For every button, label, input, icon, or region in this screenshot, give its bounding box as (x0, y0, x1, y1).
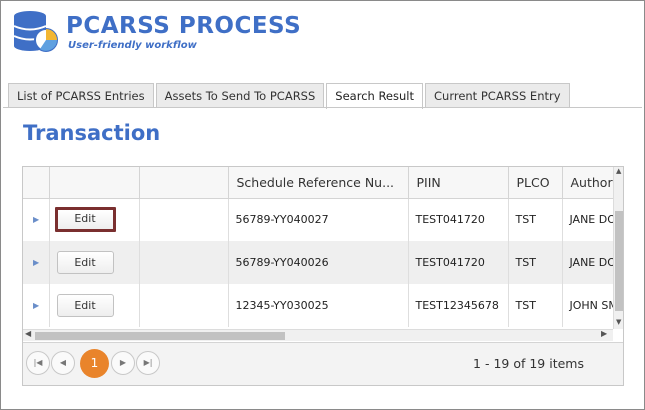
first-page-icon[interactable]: |◀ (26, 351, 50, 375)
horizontal-scroll-thumb[interactable] (35, 332, 285, 340)
app-window: PCARSS PROCESS User-friendly workflow Li… (0, 0, 645, 410)
blank-cell (139, 241, 229, 284)
schedule-ref-cell: 56789-YY040027 (228, 198, 409, 241)
author-cell: JANE DOE (562, 241, 613, 284)
table-row: ▶ Edit 56789-YY040027 TEST041720 TST JAN… (23, 198, 613, 241)
transaction-grid: Schedule Reference Nu... PIIN PLCO Autho… (22, 166, 624, 386)
edit-cell: Edit (49, 241, 140, 284)
scroll-down-icon[interactable]: ▼ (616, 318, 621, 326)
grid-viewport: Schedule Reference Nu... PIIN PLCO Autho… (23, 167, 613, 329)
column-header-expander (23, 167, 50, 199)
scroll-right-icon[interactable]: ▶ (601, 329, 607, 338)
last-page-icon[interactable]: ▶| (136, 351, 160, 375)
vertical-scroll-thumb[interactable] (615, 211, 623, 311)
piin-cell: TEST12345678 (408, 284, 509, 327)
plco-cell: TST (508, 241, 563, 284)
edit-button[interactable]: Edit (56, 294, 114, 317)
database-chart-icon (13, 11, 58, 52)
column-header-piin[interactable]: PIIN (408, 167, 509, 199)
edit-cell: Edit (49, 198, 140, 241)
app-title: PCARSS PROCESS (66, 13, 302, 39)
current-page-button[interactable]: 1 (80, 349, 109, 378)
column-header-schedule-reference[interactable]: Schedule Reference Nu... (228, 167, 409, 199)
triangle-right-icon[interactable]: ▶ (23, 284, 50, 327)
next-page-icon[interactable]: ▶ (111, 351, 135, 375)
tab-search-result[interactable]: Search Result (326, 83, 423, 109)
grid-header-row: Schedule Reference Nu... PIIN PLCO Autho… (23, 167, 613, 199)
column-header-plco[interactable]: PLCO (508, 167, 563, 199)
blank-cell (139, 198, 229, 241)
edit-cell: Edit (49, 284, 140, 327)
piin-cell: TEST041720 (408, 198, 509, 241)
tab-bar: List of PCARSS Entries Assets To Send To… (8, 83, 572, 109)
horizontal-scrollbar[interactable]: ◀ ▶ (23, 329, 613, 341)
scroll-left-icon[interactable]: ◀ (25, 329, 31, 338)
column-header-blank (139, 167, 229, 199)
tab-assets-to-send[interactable]: Assets To Send To PCARSS (155, 83, 325, 108)
triangle-right-icon[interactable]: ▶ (23, 241, 50, 284)
tab-list-of-pcarss-entries[interactable]: List of PCARSS Entries (8, 83, 154, 108)
triangle-right-icon[interactable]: ▶ (23, 198, 50, 241)
author-cell: JANE DOE (562, 198, 613, 241)
grid-pager: |◀ ◀ 1 ▶ ▶| 1 - 19 of 19 items (23, 342, 623, 385)
edit-button[interactable]: Edit (56, 251, 114, 274)
edit-button[interactable]: Edit (54, 207, 116, 233)
blank-cell (139, 284, 229, 327)
tab-divider (3, 107, 642, 108)
column-header-author[interactable]: Author (562, 167, 613, 199)
piin-cell: TEST041720 (408, 241, 509, 284)
grid-table: Schedule Reference Nu... PIIN PLCO Autho… (23, 167, 613, 327)
scroll-up-icon[interactable]: ▲ (616, 167, 621, 175)
table-row: ▶ Edit 12345-YY030025 TEST12345678 TST J… (23, 284, 613, 327)
app-subtitle: User-friendly workflow (68, 40, 197, 51)
plco-cell: TST (508, 284, 563, 327)
pager-info: 1 - 19 of 19 items (473, 356, 584, 371)
table-row: ▶ Edit 56789-YY040026 TEST041720 TST JAN… (23, 241, 613, 284)
schedule-ref-cell: 12345-YY030025 (228, 284, 409, 327)
prev-page-icon[interactable]: ◀ (51, 351, 75, 375)
column-header-edit (49, 167, 140, 199)
vertical-scrollbar[interactable]: ▲ ▼ (613, 167, 623, 329)
author-cell: JOHN SMITH (562, 284, 613, 327)
tab-current-pcarss-entry[interactable]: Current PCARSS Entry (425, 83, 570, 108)
section-title: Transaction (23, 121, 161, 145)
schedule-ref-cell: 56789-YY040026 (228, 241, 409, 284)
plco-cell: TST (508, 198, 563, 241)
